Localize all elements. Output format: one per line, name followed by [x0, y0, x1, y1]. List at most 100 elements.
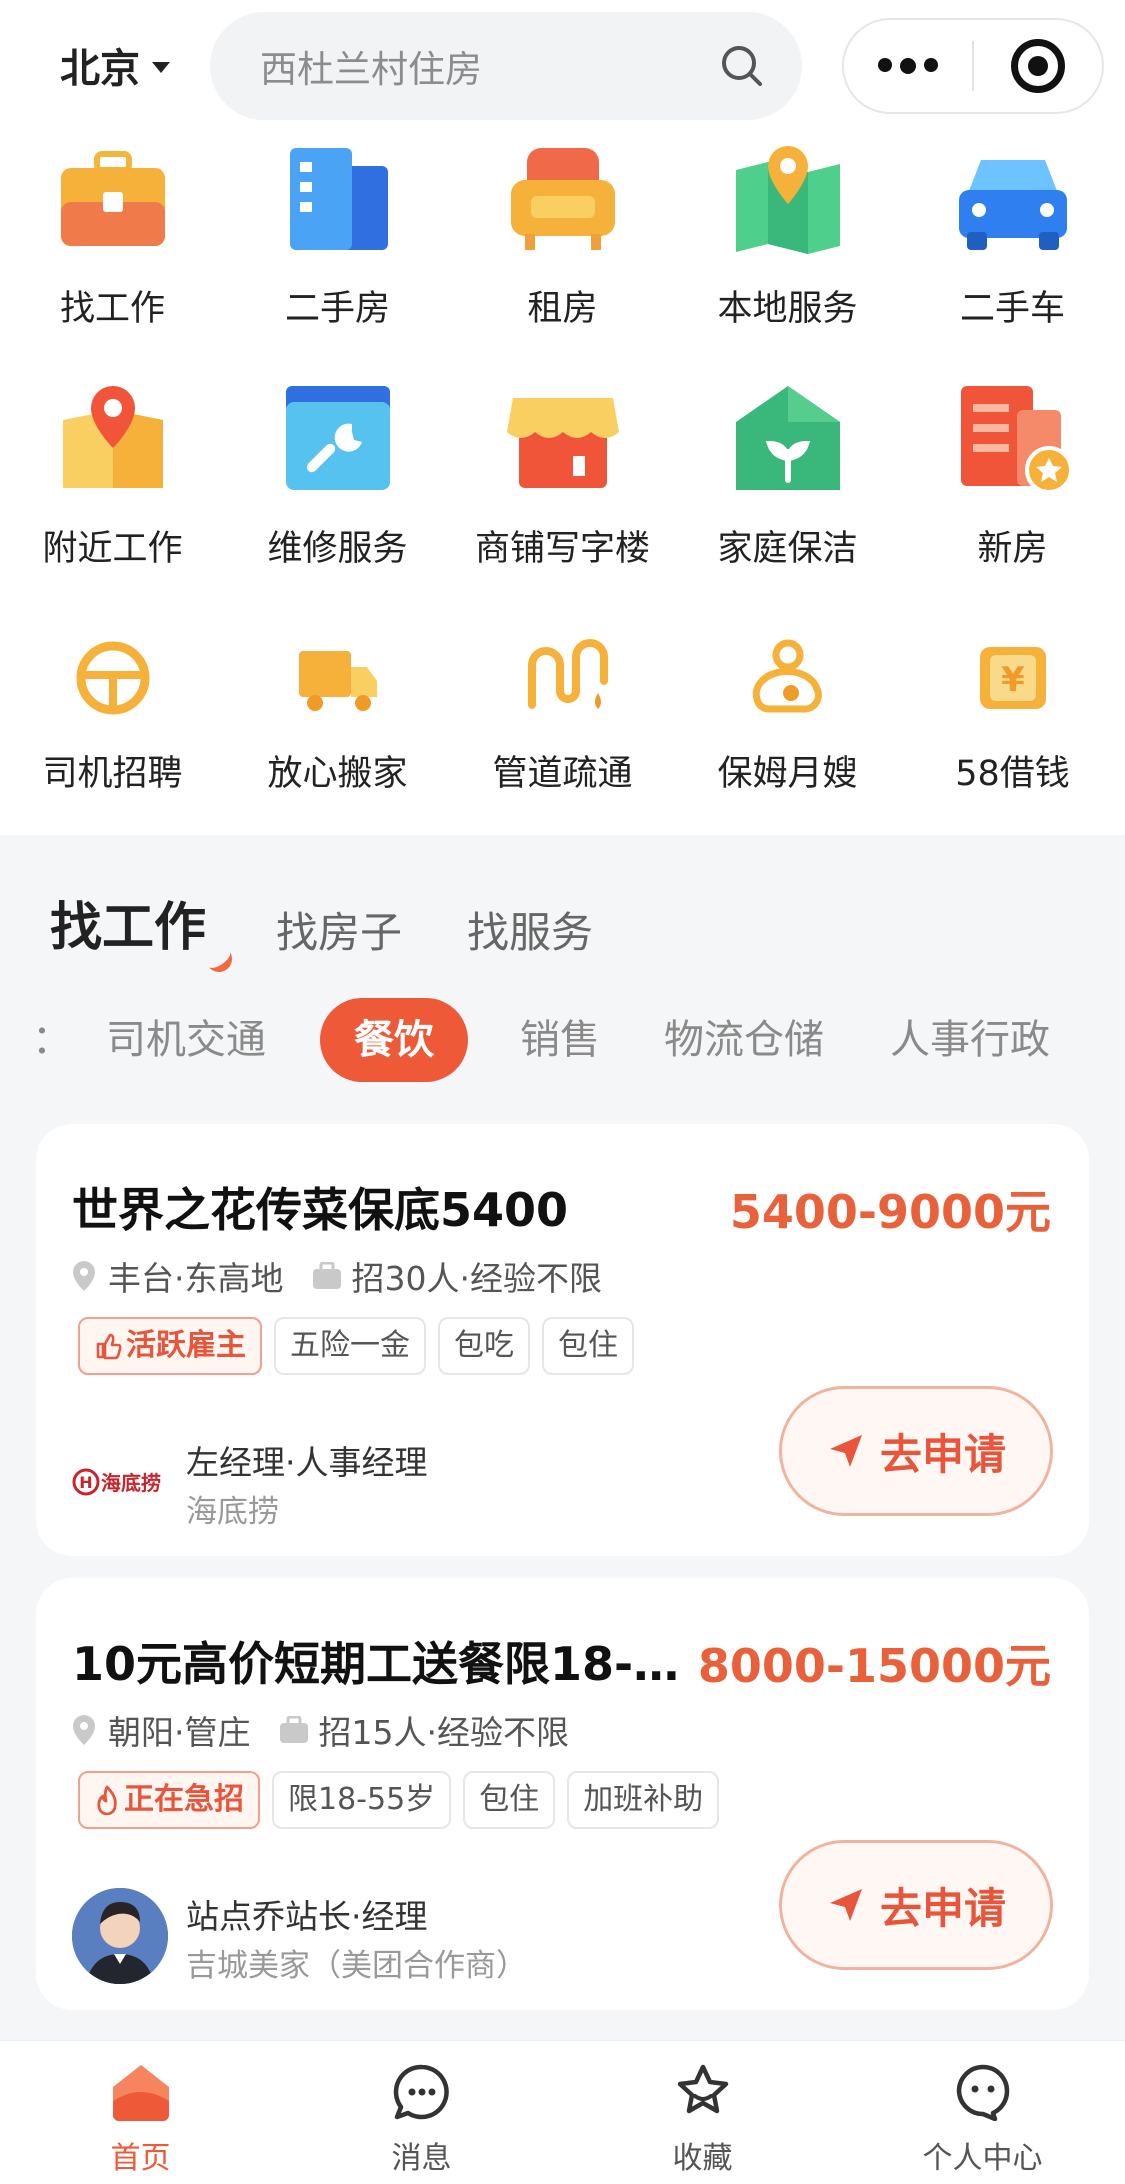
apply-label: 去申请	[879, 1429, 1006, 1479]
search-bar[interactable]: 西杜兰村住房	[210, 12, 802, 120]
service-driver-recruit[interactable]: 司机招聘	[0, 633, 225, 796]
apply-button[interactable]: 去申请	[779, 1386, 1053, 1516]
service-second-hand-house[interactable]: 二手房	[225, 140, 450, 331]
service-local[interactable]: 本地服务	[675, 140, 900, 331]
job-meta: 朝阳·管庄 招15人·经验不限	[72, 1706, 569, 1754]
tab-label: 个人中心	[922, 2141, 1043, 2176]
service-label: 二手房	[284, 289, 390, 329]
service-label: 司机招聘	[42, 754, 183, 794]
section-tabs: 找工作 找房子 找服务	[50, 885, 593, 978]
svg-text:¥: ¥	[1001, 660, 1025, 700]
steering-wheel-icon	[68, 633, 158, 723]
service-label: 维修服务	[267, 529, 408, 569]
service-label: 58借钱	[955, 754, 1070, 794]
service-nearby-job[interactable]: 附近工作	[0, 380, 225, 571]
message-icon	[391, 2061, 453, 2123]
more-button[interactable]	[844, 20, 972, 112]
tab-home[interactable]: 首页	[28, 2061, 253, 2177]
location-pin-icon	[73, 1261, 95, 1291]
apply-button[interactable]: 去申请	[779, 1840, 1053, 1970]
tab-label: 收藏	[672, 2141, 733, 2176]
job-tag: 限18-55岁	[272, 1771, 452, 1829]
location-pin-icon	[73, 1715, 95, 1745]
job-title: 世界之花传菜保底5400	[72, 1183, 569, 1237]
contact-name: 站点乔站长·经理	[186, 1897, 428, 1936]
person-avatar-icon	[72, 1888, 168, 1984]
service-new-house[interactable]: 新房	[900, 380, 1125, 571]
service-find-job[interactable]: 找工作	[0, 140, 225, 331]
urgent-hiring-badge: 正在急招	[78, 1771, 260, 1829]
badge-text: 活跃雇主	[126, 1328, 246, 1363]
service-shop-office[interactable]: 商铺写字楼	[450, 380, 675, 571]
category-chip-active[interactable]: 餐饮	[320, 998, 468, 1082]
bag-icon	[312, 1262, 341, 1289]
svg-text:海底捞: 海底捞	[101, 1471, 161, 1495]
pipe-icon	[518, 633, 608, 723]
svg-text:H: H	[79, 1473, 92, 1492]
job-tag: 包住	[542, 1317, 634, 1375]
tab-find-house[interactable]: 找房子	[276, 899, 402, 960]
badge-text: 正在急招	[124, 1782, 244, 1817]
storefront-icon	[503, 380, 623, 500]
tab-favorites[interactable]: 收藏	[590, 2061, 815, 2177]
service-label: 家庭保洁	[717, 529, 858, 569]
search-placeholder: 西杜兰村住房	[260, 48, 482, 91]
service-moving[interactable]: 放心搬家	[225, 633, 450, 796]
star-icon	[672, 2061, 734, 2123]
wrench-icon	[278, 380, 398, 500]
nanny-icon	[743, 633, 833, 723]
contact-name: 左经理·人事经理	[186, 1443, 428, 1482]
haidilao-logo-icon: H 海底捞	[72, 1468, 161, 1496]
service-rent[interactable]: 租房	[450, 140, 675, 331]
active-tab-indicator	[200, 940, 238, 978]
service-repair[interactable]: 维修服务	[225, 380, 450, 571]
category-chip[interactable]: 物流仓储	[664, 998, 824, 1082]
city-selector[interactable]: 北京	[60, 36, 170, 94]
flame-icon	[97, 1785, 117, 1815]
house-sprout-icon	[728, 380, 848, 500]
category-scroller[interactable]: ： 司机交通 餐饮 销售 物流仓储 人事行政	[0, 990, 1125, 1090]
job-card[interactable]: 世界之花传菜保底5400 5400-9000元 丰台·东高地 招30人·经验不限…	[36, 1124, 1089, 1556]
tab-label: 找工作	[50, 898, 207, 958]
bottom-tab-bar: 首页 消息 收藏 个人中心	[0, 2040, 1125, 2184]
armchair-icon	[503, 140, 623, 260]
job-location: 丰台·东高地	[108, 1259, 284, 1298]
service-used-car[interactable]: 二手车	[900, 140, 1125, 331]
service-house-cleaning[interactable]: 家庭保洁	[675, 380, 900, 571]
job-tag: 包吃	[438, 1317, 530, 1375]
job-salary: 8000-15000元	[697, 1639, 1051, 1693]
service-nanny[interactable]: 保姆月嫂	[675, 633, 900, 796]
yuan-card-icon: ¥	[968, 633, 1058, 723]
send-icon	[829, 1435, 862, 1467]
car-icon	[953, 140, 1073, 260]
search-icon[interactable]	[720, 44, 764, 88]
job-salary: 5400-9000元	[729, 1185, 1051, 1239]
service-grid: 找工作 二手房 租房 本地服务 二手车 附近工作 维修服务 商铺写字楼 家庭保洁…	[0, 130, 1125, 835]
service-label: 放心搬家	[267, 754, 408, 794]
job-location: 朝阳·管庄	[108, 1713, 251, 1752]
job-tag: 加班补助	[567, 1771, 720, 1829]
tab-label: 首页	[110, 2141, 171, 2176]
close-miniprogram-button[interactable]	[974, 20, 1102, 112]
category-chip[interactable]: 人事行政	[890, 998, 1050, 1082]
more-dots-icon	[878, 58, 938, 74]
service-58-loan[interactable]: ¥ 58借钱	[900, 633, 1125, 796]
recruiter-avatar	[72, 1888, 168, 1984]
tab-messages[interactable]: 消息	[309, 2061, 534, 2177]
building-icon	[278, 140, 398, 260]
job-recruit: 招15人·经验不限	[318, 1713, 569, 1752]
category-chip[interactable]: 销售	[520, 998, 600, 1082]
job-card[interactable]: 10元高价短期工送餐限18-… 8000-15000元 朝阳·管庄 招15人·经…	[36, 1578, 1089, 2010]
home-icon	[110, 2061, 172, 2123]
category-chip[interactable]: 司机交通	[106, 998, 266, 1082]
user-center-icon	[952, 2061, 1014, 2123]
category-chip-partial[interactable]: ：	[32, 998, 72, 1082]
send-icon	[829, 1889, 862, 1921]
tab-find-service[interactable]: 找服务	[467, 899, 593, 960]
tab-find-job[interactable]: 找工作	[50, 885, 238, 978]
job-tag: 五险一金	[274, 1317, 426, 1375]
service-pipe-dredge[interactable]: 管道疏通	[450, 633, 675, 796]
top-bar: 北京 西杜兰村住房	[0, 0, 1125, 130]
company-name: 吉城美家（美团合作商）	[186, 1948, 527, 1984]
tab-profile[interactable]: 个人中心	[870, 2061, 1095, 2177]
